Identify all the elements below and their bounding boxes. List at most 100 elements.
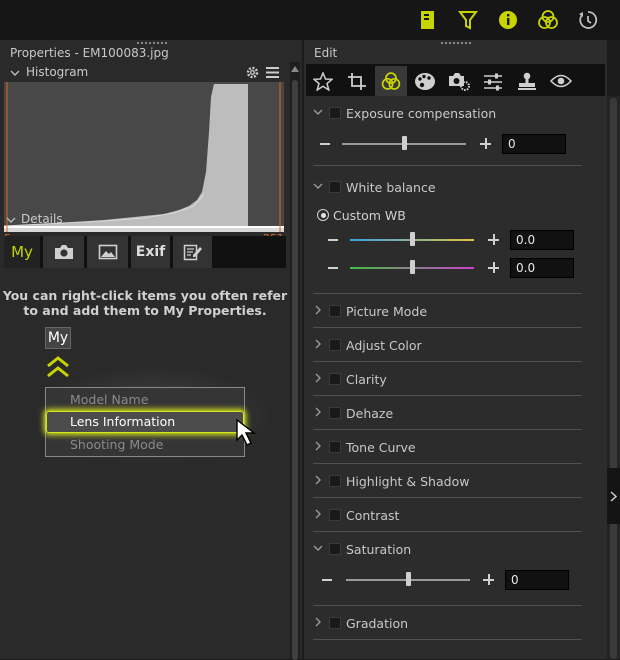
section-white-balance[interactable]: White balance [313,177,583,199]
white-balance-checkbox[interactable] [329,181,341,193]
tone-curve-checkbox[interactable] [329,441,341,453]
section-dehaze[interactable]: Dehaze [313,403,583,425]
tab-camera-settings[interactable] [443,66,475,96]
section-divider [313,639,582,640]
menu-icon[interactable] [266,67,279,78]
section-divider [313,361,582,362]
dehaze-checkbox[interactable] [329,407,341,419]
section-divider [313,429,582,430]
chevron-right-icon [315,373,321,383]
menu-item-model-name[interactable]: Model Name [46,389,244,411]
exposure-slider-handle[interactable] [402,136,407,150]
info-icon[interactable] [497,9,519,31]
saturation-increase-button[interactable] [483,574,494,585]
saturation-decrease-button[interactable] [322,579,332,581]
tab-art-filter[interactable] [409,66,441,96]
section-divider [313,165,582,166]
exposure-increase-button[interactable] [480,138,491,149]
picture-mode-label: Picture Mode [346,304,428,319]
clarity-label: Clarity [346,372,387,387]
camera-icon [54,245,73,259]
tab-view[interactable] [545,66,577,96]
histogram-header[interactable]: Histogram [4,64,284,82]
section-divider [313,497,582,498]
tab-image[interactable] [87,236,129,268]
section-highlight-shadow[interactable]: Highlight & Shadow [313,471,583,493]
wb-green-slider-handle[interactable] [410,260,415,274]
wb-green-decrease-button[interactable] [328,267,338,269]
clarity-checkbox[interactable] [329,373,341,385]
tab-crop[interactable] [341,66,373,96]
wb-amber-value[interactable]: 0.0 [510,230,574,250]
saturation-checkbox[interactable] [329,543,341,555]
wb-green-magenta-row: 0.0 [326,258,576,278]
tab-favorites[interactable] [307,66,339,96]
edit-scrollbar[interactable] [607,96,620,659]
scrollbar-thumb[interactable] [292,80,298,660]
section-divider [313,395,582,396]
gradation-checkbox[interactable] [329,617,341,629]
section-adjust-color[interactable]: Adjust Color [313,335,583,357]
wb-amber-decrease-button[interactable] [328,239,338,241]
exposure-checkbox[interactable] [329,107,341,119]
my-badge: My [45,327,71,349]
custom-wb-radio[interactable] [317,209,329,221]
tab-color[interactable] [375,66,407,96]
section-contrast[interactable]: Contrast [313,505,583,527]
star-icon [312,71,334,92]
section-gradation[interactable]: Gradation [313,613,583,635]
picture-mode-checkbox[interactable] [329,305,341,317]
panel-grip[interactable] [440,41,472,45]
scrollbar-thumb[interactable] [610,98,617,659]
highlight-shadow-label: Highlight & Shadow [346,474,470,489]
section-clarity[interactable]: Clarity [313,369,583,391]
saturation-value[interactable]: 0 [505,570,569,590]
properties-scrollbar[interactable] [290,62,300,660]
gear-icon[interactable] [246,66,259,79]
menu-item-shooting-mode[interactable]: Shooting Mode [46,434,244,456]
contrast-label: Contrast [346,508,400,523]
chevron-down-icon [6,217,16,223]
contrast-checkbox[interactable] [329,509,341,521]
section-picture-mode[interactable]: Picture Mode [313,301,583,323]
tab-my[interactable]: My [4,236,41,268]
section-saturation[interactable]: Saturation [313,539,583,561]
section-exposure-compensation[interactable]: Exposure compensation [313,103,583,125]
filter-icon[interactable] [457,9,479,31]
chevron-right-icon [315,305,321,315]
tab-stamp[interactable] [511,66,543,96]
collapse-panel-button[interactable] [607,468,620,524]
exposure-decrease-button[interactable] [320,143,330,145]
sliders-icon [484,73,502,91]
tab-adjustments[interactable] [477,66,509,96]
tab-exif[interactable]: Exif [131,236,171,268]
palette-icon [415,73,435,90]
tab-notes[interactable] [173,236,213,268]
details-tabs: My Exif [4,236,286,268]
custom-wb-label: Custom WB [333,208,406,223]
section-divider [313,605,582,606]
color-circles-icon[interactable] [537,9,559,31]
adjust-color-checkbox[interactable] [329,339,341,351]
saturation-slider-handle[interactable] [406,572,411,586]
chevron-right-icon [315,617,321,627]
section-tone-curve[interactable]: Tone Curve [313,437,583,459]
histogram [4,82,284,232]
section-divider [313,531,582,532]
wb-amber-increase-button[interactable] [488,234,499,245]
properties-panel: Properties - EM100083.jpg Histogram 5 25… [0,40,302,660]
properties-title: Properties - EM100083.jpg [10,46,169,60]
camera-settings-icon [449,73,470,91]
wb-amber-slider-handle[interactable] [410,232,415,246]
wb-green-value[interactable]: 0.0 [510,258,574,278]
panel-grip[interactable] [136,41,168,45]
tab-camera[interactable] [43,236,85,268]
scroll-up-icon[interactable] [291,66,299,72]
highlight-shadow-checkbox[interactable] [329,475,341,487]
exposure-value[interactable]: 0 [502,134,566,154]
history-icon[interactable] [577,9,599,31]
save-icon[interactable] [417,9,439,31]
menu-item-lens-information[interactable]: Lens Information [46,411,244,433]
wb-green-increase-button[interactable] [488,262,499,273]
chevron-right-icon [315,509,321,519]
